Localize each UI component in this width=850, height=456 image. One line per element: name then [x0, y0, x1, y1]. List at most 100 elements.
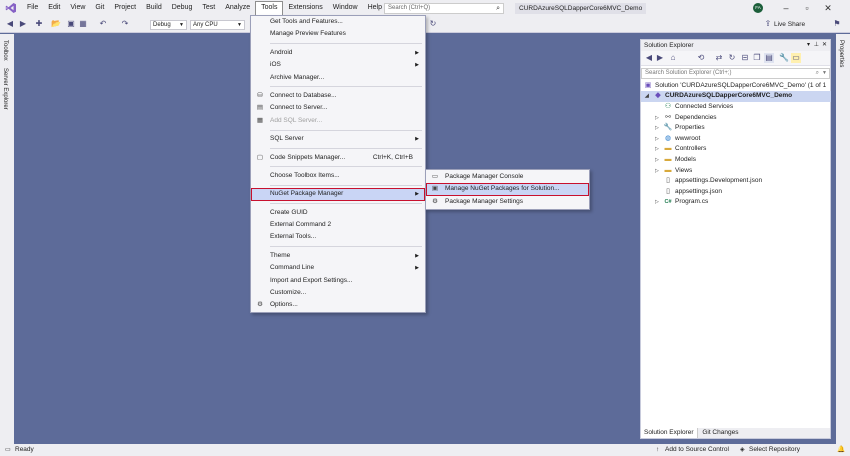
tree-node-appsettings-json[interactable]: ▯ appsettings.json	[655, 187, 722, 198]
filter-view-icon[interactable]: ▤	[764, 53, 774, 63]
tree-node-properties[interactable]: ▷ 🔧 Properties	[655, 123, 705, 134]
tools-menu-item-external-tools[interactable]: External Tools...	[251, 231, 425, 243]
expand-arrow-icon[interactable]: ▷	[655, 155, 663, 166]
preview-icon[interactable]: ▭	[791, 53, 801, 63]
tree-node-models[interactable]: ▷ ▬ Models	[655, 155, 696, 166]
redo-icon[interactable]: ↷	[120, 19, 130, 29]
expand-arrow-icon[interactable]: ▷	[655, 134, 663, 145]
submenu-arrow-icon: ▶	[415, 191, 419, 198]
forward-icon[interactable]: ▶	[655, 53, 665, 63]
expand-arrow-icon[interactable]: ▷	[655, 113, 663, 124]
maximize-button[interactable]: ▫	[801, 2, 813, 14]
menu-analyze[interactable]: Analyze	[220, 1, 255, 15]
tab-solution-explorer[interactable]: Solution Explorer	[641, 428, 698, 438]
configuration-dropdown[interactable]: Debug ▼	[150, 20, 187, 30]
save-all-icon[interactable]: ▦	[78, 19, 88, 29]
tree-solution-node[interactable]: ▣ Solution 'CURDAzureSQLDapperCore6MVC_De…	[643, 81, 827, 92]
menu-file[interactable]: File	[22, 1, 43, 15]
tools-menu-item-android[interactable]: Android ▶	[251, 47, 425, 59]
live-share-button[interactable]: Live Share	[774, 20, 805, 30]
properties-tab[interactable]: Properties	[838, 40, 844, 67]
properties-icon[interactable]: 🔧	[779, 53, 789, 63]
tree-node-program-cs[interactable]: ▷ C# Program.cs	[655, 197, 708, 208]
live-share-icon[interactable]: ⇪	[763, 19, 773, 29]
menu-item-label: NuGet Package Manager	[270, 190, 344, 198]
tools-menu-item-theme[interactable]: Theme ▶	[251, 250, 425, 262]
nuget-menu-item-package-manager-console[interactable]: ▭ Package Manager Console	[426, 171, 589, 183]
tools-menu-item-manage-preview-features[interactable]: Manage Preview Features	[251, 28, 425, 40]
tools-menu-item-create-guid[interactable]: Create GUID	[251, 207, 425, 219]
expand-arrow-icon[interactable]: ▷	[655, 123, 663, 134]
tools-menu-item-options[interactable]: ⚙ Options...	[251, 299, 425, 311]
menu-window[interactable]: Window	[328, 1, 363, 15]
tree-node-connected-services[interactable]: ⚇ Connected Services	[655, 102, 733, 113]
window-position-icon[interactable]: ▾	[807, 40, 810, 51]
search-input[interactable]: Search (Ctrl+Q) ⌕	[384, 3, 504, 14]
pin-icon[interactable]: ⊥	[814, 40, 819, 51]
tools-menu-item-command-line[interactable]: Command Line ▶	[251, 262, 425, 274]
chevron-down-icon[interactable]: ▼	[822, 69, 827, 78]
refresh-icon[interactable]: ↻	[727, 53, 737, 63]
save-icon[interactable]: ▣	[66, 19, 76, 29]
notifications-icon[interactable]: 🔔	[837, 444, 845, 456]
menu-tools[interactable]: Tools	[255, 1, 284, 15]
feedback-icon[interactable]: ⚑	[832, 19, 842, 29]
tree-node-wwwroot[interactable]: ▷ ◍ wwwroot	[655, 134, 700, 145]
tree-node-appsettings-development-json[interactable]: ▯ appsettings.Development.json	[655, 176, 762, 187]
collapse-all-icon[interactable]: ⊟	[740, 53, 750, 63]
menu-debug[interactable]: Debug	[167, 1, 198, 15]
tree-project-node[interactable]: ◢ ◆ CURDAzureSQLDapperCore6MVC_Demo	[641, 91, 831, 102]
expand-arrow-icon[interactable]: ▷	[655, 197, 663, 208]
tools-menu-item-get-tools-and-features[interactable]: Get Tools and Features...	[251, 16, 425, 28]
menu-git[interactable]: Git	[90, 1, 109, 15]
show-all-files-icon[interactable]: ❐	[752, 53, 762, 63]
nuget-menu-item-manage-nuget-packages-for-solution[interactable]: ▣ Manage NuGet Packages for Solution...	[426, 183, 589, 196]
close-button[interactable]: ✕	[822, 2, 834, 14]
tools-menu-item-import-and-export-settings[interactable]: Import and Export Settings...	[251, 275, 425, 287]
platform-dropdown[interactable]: Any CPU ▼	[190, 20, 245, 30]
back-icon[interactable]: ◀	[5, 19, 15, 29]
forward-icon[interactable]: ▶	[18, 19, 28, 29]
toolbox-tab[interactable]: Toolbox	[2, 40, 8, 61]
tools-menu-item-ios[interactable]: iOS ▶	[251, 59, 425, 71]
menu-view[interactable]: View	[65, 1, 90, 15]
tree-node-controllers[interactable]: ▷ ▬ Controllers	[655, 144, 706, 155]
add-to-source-control-button[interactable]: Add to Source Control	[665, 444, 729, 456]
expanded-arrow-icon[interactable]: ◢	[645, 91, 653, 102]
nuget-menu-item-package-manager-settings[interactable]: ⚙ Package Manager Settings	[426, 196, 589, 208]
select-repository-button[interactable]: Select Repository	[749, 444, 800, 456]
tools-menu-item-external-command-2[interactable]: External Command 2	[251, 219, 425, 231]
minimize-button[interactable]: –	[780, 2, 792, 14]
menu-test[interactable]: Test	[197, 1, 220, 15]
sync-icon[interactable]: ⇄	[714, 53, 724, 63]
menu-project[interactable]: Project	[109, 1, 141, 15]
open-folder-icon[interactable]: 📂	[51, 19, 61, 29]
server-explorer-tab[interactable]: Server Explorer	[2, 68, 8, 110]
home-icon[interactable]: ⌂	[668, 53, 678, 63]
tools-menu-item-archive-manager[interactable]: Archive Manager...	[251, 72, 425, 84]
tools-menu-item-customize[interactable]: Customize...	[251, 287, 425, 299]
pending-changes-filter-icon[interactable]: ⟲	[696, 53, 706, 63]
close-icon[interactable]: ✕	[822, 40, 827, 51]
tab-git-changes[interactable]: Git Changes	[699, 428, 741, 438]
refresh-icon[interactable]: ↻	[428, 19, 438, 29]
tree-node-label: Program.cs	[675, 198, 709, 206]
tree-node-views[interactable]: ▷ ▬ Views	[655, 166, 692, 177]
solution-explorer-search-input[interactable]: Search Solution Explorer (Ctrl+;) ⌕ ▼	[641, 68, 830, 79]
expand-arrow-icon[interactable]: ▷	[655, 166, 663, 177]
menu-build[interactable]: Build	[141, 1, 167, 15]
menu-edit[interactable]: Edit	[43, 1, 65, 15]
tools-menu-item-connect-to-database[interactable]: ⛁ Connect to Database...	[251, 90, 425, 102]
back-icon[interactable]: ◀	[644, 53, 654, 63]
avatar[interactable]: FA	[753, 3, 763, 13]
new-item-icon[interactable]: ✚	[34, 19, 44, 29]
tools-menu-item-sql-server[interactable]: SQL Server ▶	[251, 133, 425, 145]
tools-menu-item-choose-toolbox-items[interactable]: Choose Toolbox Items...	[251, 170, 425, 182]
tree-node-dependencies[interactable]: ▷ ⚯ Dependencies	[655, 113, 717, 124]
tools-menu-item-code-snippets-manager[interactable]: ▢ Code Snippets Manager... Ctrl+K, Ctrl+B	[251, 152, 425, 164]
undo-icon[interactable]: ↶	[98, 19, 108, 29]
menu-extensions[interactable]: Extensions	[283, 1, 327, 15]
expand-arrow-icon[interactable]: ▷	[655, 144, 663, 155]
tools-menu-item-connect-to-server[interactable]: ▤ Connect to Server...	[251, 102, 425, 114]
tools-menu-item-nuget-package-manager[interactable]: NuGet Package Manager ▶	[251, 188, 425, 201]
